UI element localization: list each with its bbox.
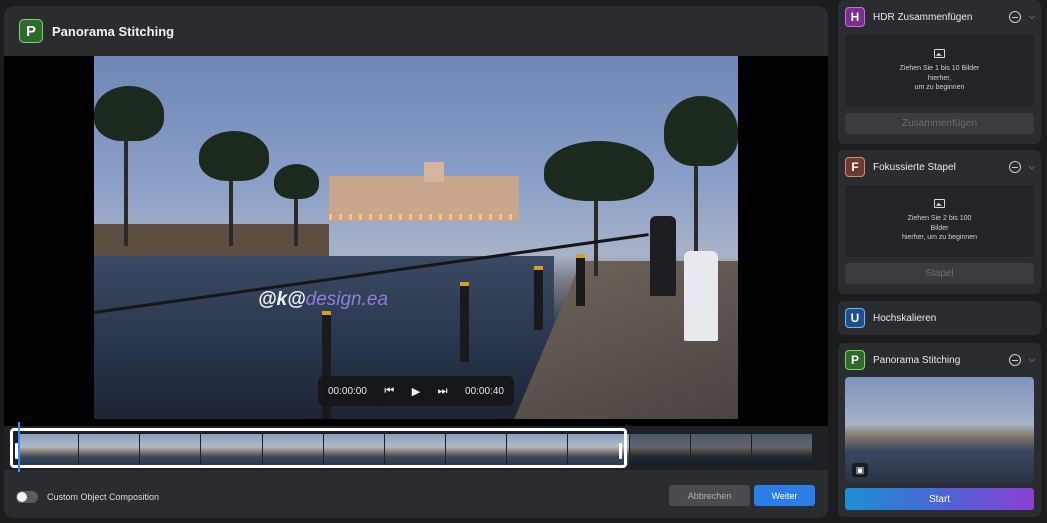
upscale-header[interactable]: U Hochskalieren xyxy=(838,301,1041,335)
focus-drop-zone[interactable]: Ziehen Sie 2 bis 100 Bilder hierher, um … xyxy=(845,185,1034,257)
playhead[interactable] xyxy=(18,422,20,472)
timeline-selection[interactable] xyxy=(10,428,627,468)
hotel-tower xyxy=(424,162,444,182)
image-icon xyxy=(934,48,945,58)
drop-text: Bilder xyxy=(930,224,949,232)
collapse-icon[interactable] xyxy=(1009,354,1021,366)
toggle-label: Custom Object Composition xyxy=(47,492,160,502)
palm-tree xyxy=(94,86,164,141)
merge-button[interactable]: Zusammenfügen xyxy=(845,113,1034,134)
total-time: 00:00:40 xyxy=(465,385,504,397)
trim-end-handle[interactable] xyxy=(619,443,622,459)
timeline-thumb xyxy=(690,434,751,466)
current-time: 00:00:00 xyxy=(328,385,367,397)
collapse-icon[interactable] xyxy=(1009,161,1021,173)
chevron-down-icon[interactable]: ⌵ xyxy=(1029,162,1035,172)
video-stage: @k@design.ea 00:00:00 ⏮ ▶ ⏭ 00:00:40 xyxy=(4,56,828,426)
panorama-tool-icon: P xyxy=(845,350,865,370)
chevron-down-icon[interactable]: ⌵ xyxy=(1029,12,1035,22)
panorama-app-icon: P xyxy=(19,19,43,43)
panorama-title: Panorama Stitching xyxy=(873,354,961,366)
skip-forward-icon[interactable]: ⏭ xyxy=(438,385,448,398)
panorama-dialog: P Panorama Stitching @k@design.ea 00:00:… xyxy=(4,6,828,518)
focus-header[interactable]: F Fokussierte Stapel ⌵ xyxy=(838,150,1041,184)
panorama-preview-thumbnail[interactable]: ▣ xyxy=(845,377,1034,483)
focus-title: Fokussierte Stapel xyxy=(873,161,956,173)
player-controls: 00:00:00 ⏮ ▶ ⏭ 00:00:40 xyxy=(318,376,514,406)
start-button[interactable]: Start xyxy=(845,488,1034,510)
chevron-down-icon[interactable]: ⌵ xyxy=(1029,355,1035,365)
bollard xyxy=(576,254,585,306)
crop-icon[interactable]: ▣ xyxy=(852,463,868,477)
palm-trunk xyxy=(124,126,128,246)
palm-tree xyxy=(544,141,654,201)
bollard xyxy=(460,282,469,362)
adult-figure xyxy=(650,216,676,296)
panorama-card: P Panorama Stitching ⌵ ▣ Start xyxy=(838,343,1041,517)
next-button[interactable]: Weiter xyxy=(754,485,815,506)
watermark: @k@design.ea xyxy=(258,289,389,310)
dialog-footer: Custom Object Composition Abbrechen Weit… xyxy=(4,476,828,518)
palm-tree xyxy=(199,131,269,181)
play-icon[interactable]: ▶ xyxy=(412,385,420,398)
child-figure xyxy=(684,251,718,341)
upscale-title: Hochskalieren xyxy=(873,312,937,324)
shore-lights xyxy=(329,214,519,220)
video-preview: @k@design.ea xyxy=(94,56,738,419)
hdr-title: HDR Zusammenfügen xyxy=(873,11,973,23)
timeline-thumb xyxy=(629,434,690,466)
palm-tree xyxy=(664,96,738,166)
collapse-icon[interactable] xyxy=(1009,11,1021,23)
timeline[interactable] xyxy=(4,422,828,472)
image-icon xyxy=(934,198,945,208)
upscale-tool-icon: U xyxy=(845,308,865,328)
drop-text: Ziehen Sie 1 bis 10 Bilder xyxy=(899,64,980,72)
panorama-header[interactable]: P Panorama Stitching ⌵ xyxy=(838,343,1041,377)
bollard xyxy=(534,266,543,330)
hdr-drop-zone[interactable]: Ziehen Sie 1 bis 10 Bilder hierher, um z… xyxy=(845,35,1034,107)
drop-text: Ziehen Sie 2 bis 100 xyxy=(907,214,972,222)
hdr-tool-icon: H xyxy=(845,7,865,27)
focus-tool-icon: F xyxy=(845,157,865,177)
stack-button[interactable]: Stapel xyxy=(845,263,1034,284)
skip-back-icon[interactable]: ⏮ xyxy=(384,385,394,398)
drop-text: hierher, xyxy=(927,74,952,82)
dialog-header: P Panorama Stitching xyxy=(4,6,828,56)
custom-composition-toggle[interactable] xyxy=(16,491,38,503)
hdr-card: H HDR Zusammenfügen ⌵ Ziehen Sie 1 bis 1… xyxy=(838,0,1041,144)
focus-stack-card: F Fokussierte Stapel ⌵ Ziehen Sie 2 bis … xyxy=(838,150,1041,294)
hdr-header[interactable]: H HDR Zusammenfügen ⌵ xyxy=(838,0,1041,34)
palm-tree xyxy=(274,164,319,199)
upscale-card[interactable]: U Hochskalieren xyxy=(838,301,1041,335)
drop-text: hierher, um zu beginnen xyxy=(901,234,978,242)
dialog-title: Panorama Stitching xyxy=(52,23,175,39)
timeline-thumb xyxy=(751,434,813,466)
cancel-button[interactable]: Abbrechen xyxy=(669,485,750,506)
drop-text: um zu beginnen xyxy=(914,84,965,92)
